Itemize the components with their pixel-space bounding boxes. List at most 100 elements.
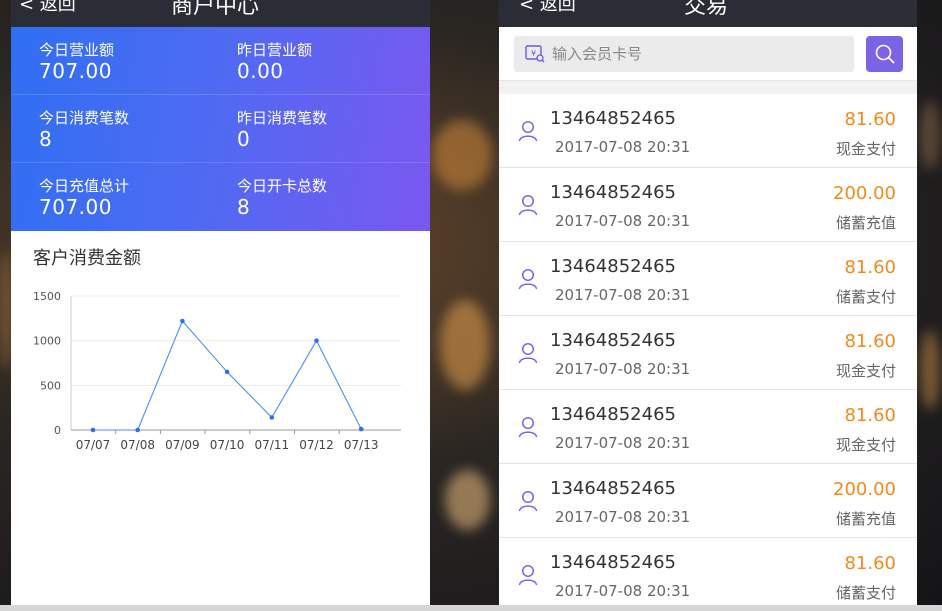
x-tick-label: 07/12 (299, 438, 334, 452)
back-button[interactable]: < 返回 (19, 0, 76, 16)
payment-method: 储蓄支付 (835, 288, 896, 306)
chart-title: 客户消费金额 (33, 248, 141, 269)
transaction-row[interactable]: 13464852465 2017-07-08 20:31 81.60 现金支付 (499, 94, 917, 168)
x-tick-label: 07/10 (210, 438, 245, 452)
search-icon (875, 44, 895, 64)
search-bar: ¥ (499, 27, 917, 81)
x-tick-label: 07/09 (165, 438, 200, 452)
transaction-row[interactable]: 13464852465 2017-07-08 20:31 200.00 储蓄充值 (499, 168, 917, 242)
member-phone: 13464852465 (550, 552, 676, 573)
user-icon (518, 120, 538, 142)
stat-today-new-cards: 今日开卡总数 8 (237, 177, 327, 219)
member-card-search-input[interactable] (552, 36, 842, 72)
member-phone: 13464852465 (550, 182, 676, 203)
transaction-row[interactable]: 13464852465 2017-07-08 20:31 200.00 储蓄充值 (499, 464, 917, 538)
transaction-date: 2017-07-08 20:31 (555, 212, 691, 230)
member-phone: 13464852465 (550, 256, 676, 277)
payment-method: 现金支付 (835, 362, 896, 380)
stat-value: 707.00 (39, 59, 112, 83)
data-point (180, 318, 185, 324)
stat-today-transactions: 今日消费笔数 8 (39, 109, 129, 151)
data-point (269, 415, 275, 420)
svg-text:¥: ¥ (531, 49, 536, 58)
stat-today-revenue: 今日营业额 707.00 (39, 41, 114, 83)
y-tick-label: 1000 (33, 335, 61, 348)
stat-label: 昨日营业额 (237, 41, 313, 59)
transaction-row[interactable]: 13464852465 2017-07-08 20:31 81.60 现金支付 (499, 390, 917, 464)
member-card-icon: ¥ (525, 45, 545, 63)
data-point (135, 427, 140, 433)
back-button[interactable]: < 返回 (519, 0, 576, 16)
payment-method: 现金支付 (835, 140, 896, 158)
x-tick-label: 07/08 (120, 438, 155, 452)
member-phone: 13464852465 (550, 330, 676, 351)
x-tick-label: 07/11 (255, 438, 290, 452)
stat-label: 今日营业额 (39, 41, 115, 59)
payment-method: 储蓄支付 (835, 584, 896, 602)
stat-row: 今日充值总计 707.00 今日开卡总数 8 (11, 163, 430, 231)
transaction-amount: 81.60 (844, 405, 896, 426)
transaction-amount: 200.00 (833, 183, 896, 204)
user-icon (518, 564, 538, 586)
x-tick-label: 07/13 (344, 438, 379, 452)
transaction-date: 2017-07-08 20:31 (555, 582, 691, 600)
transaction-amount: 81.60 (844, 109, 896, 130)
data-point (314, 338, 319, 343)
stat-value: 0 (237, 127, 251, 151)
transaction-date: 2017-07-08 20:31 (555, 138, 691, 156)
stat-yesterday-transactions: 昨日消费笔数 0 (237, 109, 327, 151)
top-bar: < 返回 交易 (499, 0, 917, 27)
member-phone: 13464852465 (550, 108, 676, 129)
user-icon (518, 490, 538, 512)
payment-method: 现金支付 (835, 436, 896, 454)
stat-yesterday-revenue: 昨日营业额 0.00 (237, 41, 312, 83)
stat-label: 今日开卡总数 (237, 177, 328, 195)
y-tick-label: 1500 (33, 290, 61, 303)
x-tick-label: 07/07 (76, 438, 111, 452)
stats-panel: 今日营业额 707.00 昨日营业额 0.00 今日消费笔数 8 昨日消费笔数 … (11, 27, 430, 231)
payment-method: 储蓄充值 (835, 214, 896, 232)
user-icon (518, 268, 538, 290)
consumption-line-chart: 0 500 1000 1500 07/07 07/08 07/09 07/10 07/11 07/… (33, 290, 401, 452)
search-box[interactable]: ¥ (514, 36, 854, 72)
stat-value: 707.00 (39, 195, 112, 219)
transaction-amount: 81.60 (844, 553, 896, 574)
member-phone: 13464852465 (550, 404, 676, 425)
stat-value: 8 (39, 127, 53, 151)
search-button[interactable] (866, 36, 903, 72)
y-tick-label: 0 (54, 424, 61, 437)
stat-label: 今日消费笔数 (39, 109, 130, 127)
bottom-strip (0, 605, 942, 611)
payment-method: 储蓄充值 (835, 510, 896, 528)
stat-row: 今日营业额 707.00 昨日营业额 0.00 (11, 27, 430, 95)
user-icon (518, 342, 538, 364)
transaction-amount: 81.60 (844, 257, 896, 278)
transaction-date: 2017-07-08 20:31 (555, 508, 691, 526)
series-line (93, 319, 362, 431)
transaction-date: 2017-07-08 20:31 (555, 360, 691, 378)
transaction-amount: 81.60 (844, 331, 896, 352)
stat-label: 昨日消费笔数 (237, 109, 328, 127)
transaction-row[interactable]: 13464852465 2017-07-08 20:31 81.60 储蓄支付 (499, 242, 917, 316)
transaction-row[interactable]: 13464852465 2017-07-08 20:31 81.60 储蓄支付 (499, 538, 917, 605)
member-phone: 13464852465 (550, 478, 676, 499)
stat-label: 今日充值总计 (39, 177, 130, 195)
transaction-list: 13464852465 2017-07-08 20:31 81.60 现金支付 1346… (499, 94, 917, 605)
user-icon (518, 194, 538, 216)
transaction-row[interactable]: 13464852465 2017-07-08 20:31 81.60 现金支付 (499, 316, 917, 390)
merchant-center-screen: < 返回 商户中心 今日营业额 707.00 昨日营业额 0.00 今日消费笔数… (11, 0, 430, 605)
y-tick-label: 500 (40, 379, 61, 392)
top-bar: < 返回 商户中心 (11, 0, 430, 27)
transaction-date: 2017-07-08 20:31 (555, 286, 691, 304)
user-icon (518, 416, 538, 438)
stat-today-topup: 今日充值总计 707.00 (39, 177, 129, 219)
data-point (224, 369, 230, 375)
page-title: 商户中心 (171, 0, 260, 19)
transactions-screen: < 返回 交易 ¥ 13464852465 2017-07-08 20:31 81.… (499, 0, 917, 605)
stat-value: 0.00 (237, 59, 284, 83)
page-title: 交易 (684, 0, 729, 19)
stat-row: 今日消费笔数 8 昨日消费笔数 0 (11, 95, 430, 163)
stat-value: 8 (237, 195, 251, 219)
data-point (358, 426, 364, 432)
data-point (90, 427, 96, 433)
